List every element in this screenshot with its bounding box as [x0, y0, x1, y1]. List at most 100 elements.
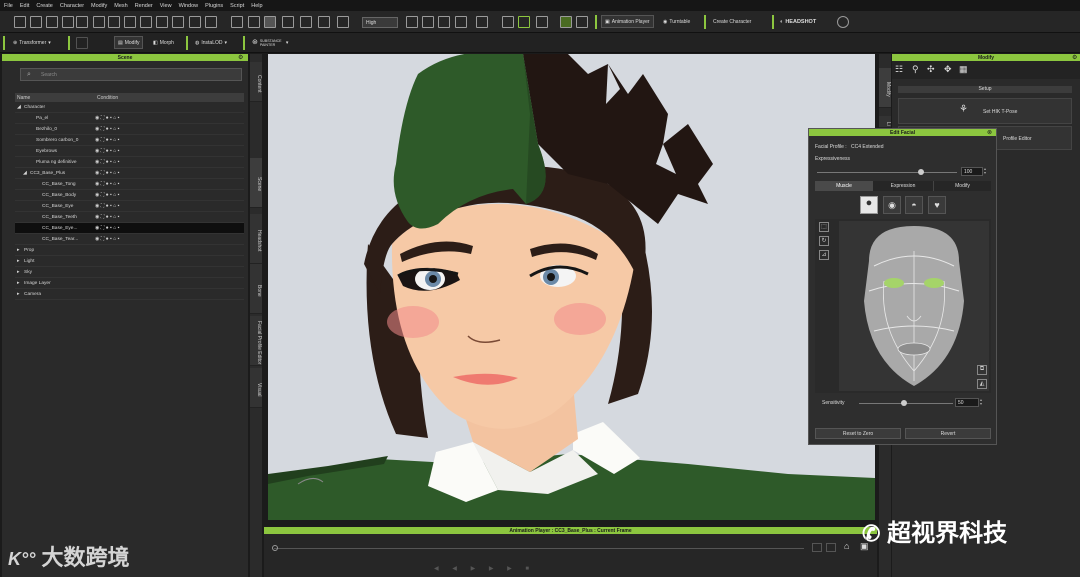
expressiveness-input[interactable]: 100: [961, 167, 983, 176]
mouth-icon[interactable]: ◓: [905, 196, 923, 214]
tree-row[interactable]: Pa_el ◉ ⛶ ● ▪ ⌂ ▪: [15, 113, 244, 124]
tab-bone[interactable]: Bone: [250, 264, 262, 314]
tree-row[interactable]: CC_Base_Eye ◉ ⛶ ● ▪ ⌂ ▪: [15, 201, 244, 212]
condition-icons[interactable]: ◉ ⛶ ● ▪ ⌂ ▪: [95, 181, 119, 187]
frame-icon[interactable]: [812, 543, 822, 552]
turntable-button[interactable]: ◉ Turntable: [660, 15, 693, 28]
panel-settings-icon[interactable]: ⚙: [1072, 54, 1077, 61]
modify-button[interactable]: ▤ Modify: [114, 36, 144, 49]
grid-icon[interactable]: [422, 16, 434, 28]
menu-create[interactable]: Create: [36, 3, 53, 9]
condition-icons[interactable]: ◉ ⛶ ● ▪ ⌂ ▪: [95, 126, 119, 132]
spin-icon[interactable]: ▴ ▾: [984, 167, 990, 176]
move-icon[interactable]: [282, 16, 294, 28]
condition-icons[interactable]: ◉ ⛶ ● ▪ ⌂ ▪: [95, 225, 119, 231]
pose-icon[interactable]: ✥: [944, 64, 956, 76]
tongue-icon[interactable]: ♥: [928, 196, 946, 214]
undo-icon[interactable]: [231, 16, 243, 28]
tab-li[interactable]: Li: [879, 116, 891, 128]
revert-button[interactable]: Revert: [905, 428, 991, 439]
camera-icon[interactable]: ⌂: [844, 541, 854, 551]
condition-icons[interactable]: ◉ ⛶ ● ▪ ⌂ ▪: [95, 236, 119, 242]
timeline-track[interactable]: [274, 548, 804, 549]
condition-icons[interactable]: ◉ ⛶ ● ▪ ⌂ ▪: [95, 203, 119, 209]
expand-icon[interactable]: ▸: [17, 270, 19, 275]
close-icon[interactable]: ⊗: [987, 129, 992, 136]
menu-mesh[interactable]: Mesh: [114, 3, 127, 9]
tree-row[interactable]: ▸ Camera: [15, 289, 244, 300]
save-icon[interactable]: [46, 16, 58, 28]
morph-icon[interactable]: ✣: [927, 64, 939, 76]
redo-icon[interactable]: [248, 16, 260, 28]
tree-row[interactable]: Sombrero carbon_0 ◉ ⛶ ● ▪ ⌂ ▪: [15, 135, 244, 146]
wireframe-icon[interactable]: [438, 16, 450, 28]
motion-icon[interactable]: ⚲: [912, 64, 924, 76]
import-icon[interactable]: [62, 16, 74, 28]
library-icon[interactable]: [108, 16, 120, 28]
tab-muscle[interactable]: Muscle: [815, 181, 873, 191]
tree-row[interactable]: CC_Base_Tear... ◉ ⛶ ● ▪ ⌂ ▪: [15, 234, 244, 245]
expand-icon[interactable]: ▸: [17, 292, 19, 297]
frame-icon[interactable]: [826, 543, 836, 552]
condition-icons[interactable]: ◉ ⛶ ● ▪ ⌂ ▪: [95, 214, 119, 220]
tree-row[interactable]: Bezhilo_0 ◉ ⛶ ● ▪ ⌂ ▪: [15, 124, 244, 135]
condition-icons[interactable]: ◉ ⛶ ● ▪ ⌂ ▪: [95, 137, 119, 143]
tab-modify[interactable]: Modify: [933, 181, 991, 191]
eye-icon[interactable]: ◉: [883, 196, 901, 214]
face-muscle-map[interactable]: ⬚ ↻ ⊿ ⧉ ◭: [815, 219, 991, 393]
menu-plugins[interactable]: Plugins: [205, 3, 223, 9]
tree-row[interactable]: ◢ Character: [15, 102, 244, 113]
open-folder-icon[interactable]: [30, 16, 42, 28]
select-tool-icon[interactable]: ⬚: [819, 222, 829, 232]
export-icon[interactable]: [76, 16, 88, 28]
expand-icon[interactable]: ▸: [17, 259, 19, 264]
tree-row[interactable]: Pluma ng definitive ◉ ⛶ ● ▪ ⌂ ▪: [15, 157, 244, 168]
sensitivity-input[interactable]: 50: [955, 398, 979, 407]
mirror-icon[interactable]: ⊿: [819, 250, 829, 260]
tab-content[interactable]: Content: [250, 62, 262, 102]
gear-icon[interactable]: [189, 16, 201, 28]
menu-view[interactable]: View: [160, 3, 172, 9]
frame-icon[interactable]: [172, 16, 184, 28]
menu-modify[interactable]: Modify: [91, 3, 107, 9]
flag-icon[interactable]: [576, 16, 588, 28]
tree-row[interactable]: ▸ Sky: [15, 267, 244, 278]
expressiveness-slider-track[interactable]: [817, 172, 957, 173]
tab-expression[interactable]: Expression: [873, 181, 933, 191]
menu-render[interactable]: Render: [135, 3, 153, 9]
instalod-button[interactable]: ◍ InstaLOD ▾: [192, 36, 230, 49]
tree-row[interactable]: ▸ Image Layer: [15, 278, 244, 289]
expand-icon[interactable]: ◢: [23, 171, 27, 176]
pivot-icon[interactable]: [337, 16, 349, 28]
tree-row[interactable]: CC_Base_Teeth ◉ ⛶ ● ▪ ⌂ ▪: [15, 212, 244, 223]
tree-row[interactable]: ◢ CC3_Base_Plus ◉ ⛶ ● ▪ ⌂ ▪: [15, 168, 244, 179]
expand-icon[interactable]: ▸: [17, 281, 19, 286]
tree-row[interactable]: CC_Base_Body ◉ ⛶ ● ▪ ⌂ ▪: [15, 190, 244, 201]
expand-icon[interactable]: ◢: [17, 105, 21, 110]
tree-row[interactable]: CC_Base_Eye... ◉ ⛶ ● ▪ ⌂ ▪: [15, 223, 244, 234]
tree-row[interactable]: ▸ Prop: [15, 245, 244, 256]
setup-section-header[interactable]: Setup: [898, 86, 1072, 93]
set-hik-button[interactable]: ⚘ Set HIK T-Pose: [898, 98, 1072, 124]
scale-icon[interactable]: [318, 16, 330, 28]
tab-visual[interactable]: Visual: [250, 368, 262, 408]
menu-script[interactable]: Script: [230, 3, 244, 9]
checker-icon[interactable]: ▦: [959, 64, 971, 76]
view-icon[interactable]: [406, 16, 418, 28]
reset-view-icon[interactable]: ↻: [819, 236, 829, 246]
project-icon[interactable]: [93, 16, 105, 28]
col-name-header[interactable]: Name: [15, 93, 95, 102]
gravity-icon[interactable]: [536, 16, 548, 28]
tree-row[interactable]: CC_Base_Tong ◉ ⛶ ● ▪ ⌂ ▪: [15, 179, 244, 190]
animation-player-button[interactable]: ▣ Animation Player: [601, 15, 654, 28]
reset-to-zero-button[interactable]: Reset to Zero: [815, 428, 901, 439]
col-condition-header[interactable]: Condition: [95, 93, 120, 102]
menu-edit[interactable]: Edit: [20, 3, 29, 9]
condition-icons[interactable]: ◉ ⛶ ● ▪ ⌂ ▪: [95, 115, 119, 121]
scene-search-input[interactable]: ⌕ Search: [20, 68, 242, 81]
globe-icon[interactable]: [837, 16, 849, 28]
camera-icon[interactable]: [156, 16, 168, 28]
pick-icon[interactable]: [205, 16, 217, 28]
panel-settings-icon[interactable]: ⚙: [238, 54, 246, 61]
tree-row[interactable]: Eyebrows ◉ ⛶ ● ▪ ⌂ ▪: [15, 146, 244, 157]
